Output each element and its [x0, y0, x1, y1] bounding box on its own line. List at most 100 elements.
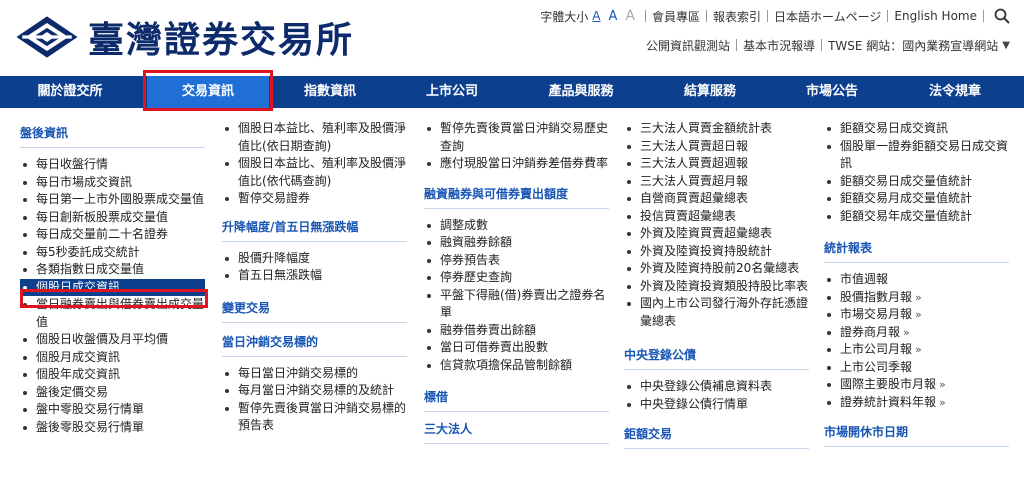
- menu-item-label: 上市公司季報: [840, 359, 913, 374]
- menu-item[interactable]: 個股日本益比、殖利率及股價淨值比(依日期查詢): [222, 120, 407, 155]
- menu-item[interactable]: 外資及陸資買賣超彙總表: [624, 225, 809, 243]
- menu-item[interactable]: 個股年成交資訊: [20, 366, 205, 384]
- section-heading-altered-trading[interactable]: 變更交易: [222, 299, 407, 323]
- section-heading-market-holidays[interactable]: 市場開休市日期: [824, 423, 1009, 447]
- site-selector[interactable]: TWSE 網站：國內業務宣導網站: [828, 37, 998, 54]
- menu-item[interactable]: 每日創新板股票成交量值: [20, 209, 205, 227]
- chevron-right-icon: »: [915, 290, 922, 304]
- menu-item[interactable]: 三大法人買賣超月報: [624, 173, 809, 191]
- menu-item[interactable]: 上市公司月報»: [824, 341, 1009, 359]
- menu-item[interactable]: 外資及陸資投資類股持股比率表: [624, 278, 809, 296]
- menu-item[interactable]: 盤後定價交易: [20, 384, 205, 402]
- menu-item[interactable]: 當日融券賣出與借券賣出成交量值: [20, 296, 205, 331]
- report-index-link[interactable]: 報表索引: [713, 8, 761, 25]
- menu-item[interactable]: 每月當日沖銷交易標的及統計: [222, 382, 407, 400]
- menu-item[interactable]: 個股單一證券鉅額交易日成交資訊: [824, 138, 1009, 173]
- chevron-right-icon: »: [939, 395, 946, 409]
- mops-link[interactable]: 公開資訊觀測站: [646, 37, 730, 54]
- member-area-link[interactable]: 會員專區: [652, 8, 700, 25]
- menu-item[interactable]: 融券借券賣出餘額: [424, 322, 609, 340]
- section-heading-day-trading[interactable]: 當日沖銷交易標的: [222, 333, 407, 357]
- menu-item[interactable]: 自營商買賣超彙總表: [624, 190, 809, 208]
- menu-item[interactable]: 鉅額交易年成交量值統計: [824, 208, 1009, 226]
- twse-logo[interactable]: 臺灣證券交易所: [14, 6, 354, 68]
- menu-list: 鉅額交易日成交資訊 個股單一證券鉅額交易日成交資訊 鉅額交易日成交量值統計 鉅額…: [824, 120, 1009, 225]
- search-icon[interactable]: [994, 8, 1010, 24]
- menu-item[interactable]: 平盤下得融(借)券賣出之證券名單: [424, 287, 609, 322]
- nav-item-announcements[interactable]: 市場公告: [772, 76, 892, 108]
- menu-item[interactable]: 鉅額交易日成交資訊: [824, 120, 1009, 138]
- english-home-link[interactable]: English Home: [894, 9, 977, 23]
- menu-item[interactable]: 每日第一上市外國股票成交量值: [20, 191, 205, 209]
- section-heading-government-bonds[interactable]: 中央登錄公債: [624, 346, 809, 370]
- section-heading-margin[interactable]: 融資融券與可借券賣出額度: [424, 185, 609, 209]
- menu-item[interactable]: 三大法人買賣超日報: [624, 138, 809, 156]
- menu-item[interactable]: 外資及陸資持股前20名彙總表: [624, 260, 809, 278]
- font-size-large-button[interactable]: A: [625, 8, 635, 24]
- menu-item[interactable]: 每日成交量前二十名證券: [20, 226, 205, 244]
- menu-item[interactable]: 中央登錄公債補息資料表: [624, 378, 809, 396]
- menu-item[interactable]: 個股日本益比、殖利率及股價淨值比(依代碼查詢): [222, 155, 407, 190]
- nav-item-clearing[interactable]: 結算服務: [650, 76, 770, 108]
- col-margin-trading: 暫停先賣後買當日沖銷交易歷史查詢 應付現股當日沖銷券差借券費率 融資融券與可借券…: [424, 108, 609, 452]
- menu-item[interactable]: 首五日無漲跌幅: [222, 267, 407, 285]
- menu-item[interactable]: 鉅額交易月成交量值統計: [824, 190, 1009, 208]
- menu-item[interactable]: 當日可借券賣出股數: [424, 339, 609, 357]
- divider: [767, 10, 768, 22]
- menu-item[interactable]: 股價升降幅度: [222, 250, 407, 268]
- font-size-small-button[interactable]: A: [592, 9, 600, 23]
- section-heading-tender[interactable]: 標借: [424, 388, 609, 412]
- menu-item[interactable]: 三大法人買賣超週報: [624, 155, 809, 173]
- menu-item[interactable]: 外資及陸資投資持股統計: [624, 243, 809, 261]
- menu-item[interactable]: 市場交易月報»: [824, 306, 1009, 324]
- menu-item[interactable]: 暫停交易證券: [222, 190, 407, 208]
- menu-item[interactable]: 每5秒委託成交統計: [20, 244, 205, 262]
- menu-item[interactable]: 盤後零股交易行情單: [20, 419, 205, 437]
- menu-item[interactable]: 投信買賣超彙總表: [624, 208, 809, 226]
- menu-item[interactable]: 各類指數日成交量值: [20, 261, 205, 279]
- menu-item[interactable]: 中央登錄公債行情單: [624, 396, 809, 414]
- menu-item[interactable]: 鉅額交易日成交量值統計: [824, 173, 1009, 191]
- menu-item[interactable]: 個股日收盤價及月平均價: [20, 331, 205, 349]
- menu-item[interactable]: 停券歷史查詢: [424, 269, 609, 287]
- menu-item[interactable]: 每日當日沖銷交易標的: [222, 365, 407, 383]
- section-heading-institutional[interactable]: 三大法人: [424, 420, 609, 444]
- menu-item[interactable]: 每日收盤行情: [20, 156, 205, 174]
- section-heading-block-trading[interactable]: 鉅額交易: [624, 425, 809, 449]
- menu-item[interactable]: 國際主要股市月報»: [824, 376, 1009, 394]
- menu-item[interactable]: 每日市場成交資訊: [20, 174, 205, 192]
- menu-item[interactable]: 應付現股當日沖銷券差借券費率: [424, 155, 609, 173]
- nav-item-listed-companies[interactable]: 上市公司: [392, 76, 512, 108]
- menu-item[interactable]: 證券商月報»: [824, 324, 1009, 342]
- menu-item[interactable]: 三大法人買賣金額統計表: [624, 120, 809, 138]
- nav-item-regulations[interactable]: 法令規章: [895, 76, 1015, 108]
- nav-item-trading-info[interactable]: 交易資訊: [147, 76, 269, 108]
- nav-item-about[interactable]: 關於證交所: [10, 76, 130, 108]
- menu-item[interactable]: 個股月成交資訊: [20, 349, 205, 367]
- japanese-home-link[interactable]: 日本語ホームページ: [774, 8, 881, 25]
- menu-item[interactable]: 股價指數月報»: [824, 289, 1009, 307]
- menu-item[interactable]: 證券統計資料年報»: [824, 394, 1009, 412]
- section-heading-after-hours[interactable]: 盤後資訊: [20, 124, 205, 148]
- nav-item-products[interactable]: 產品與服務: [521, 76, 641, 108]
- menu-item[interactable]: 暫停先賣後買當日沖銷交易歷史查詢: [424, 120, 609, 155]
- menu-item[interactable]: 融資融券餘額: [424, 234, 609, 252]
- section-heading-statistics[interactable]: 統計報表: [824, 239, 1009, 263]
- col-pe-ratio: 個股日本益比、殖利率及股價淨值比(依日期查詢) 個股日本益比、殖利率及股價淨值比…: [222, 108, 407, 435]
- menu-item-active[interactable]: 個股日成交資訊: [20, 278, 205, 296]
- section-heading-price-limits[interactable]: 升降幅度/首五日無漲跌幅: [222, 218, 407, 242]
- menu-item[interactable]: 市值週報: [824, 271, 1009, 289]
- menu-item[interactable]: 調整成數: [424, 217, 609, 235]
- header: 臺灣證券交易所 字體大小 A A A 會員專區 報表索引 日本語ホームページ E…: [0, 0, 1024, 76]
- market-report-link[interactable]: 基本市況報導: [743, 37, 815, 54]
- logo-text: 臺灣證券交易所: [87, 19, 354, 61]
- menu-item[interactable]: 盤中零股交易行情單: [20, 401, 205, 419]
- menu-item[interactable]: 上市公司季報: [824, 359, 1009, 377]
- menu-item[interactable]: 暫停先賣後買當日沖銷交易標的預告表: [222, 400, 407, 435]
- menu-item[interactable]: 停券預告表: [424, 252, 609, 270]
- menu-item[interactable]: 信貸款項擔保品管制餘額: [424, 357, 609, 375]
- nav-item-index-info[interactable]: 指數資訊: [270, 76, 390, 108]
- font-size-medium-button[interactable]: A: [608, 9, 617, 24]
- chevron-down-icon[interactable]: ▼: [1002, 40, 1010, 51]
- menu-item[interactable]: 國內上市公司發行海外存託憑證彙總表: [624, 295, 809, 330]
